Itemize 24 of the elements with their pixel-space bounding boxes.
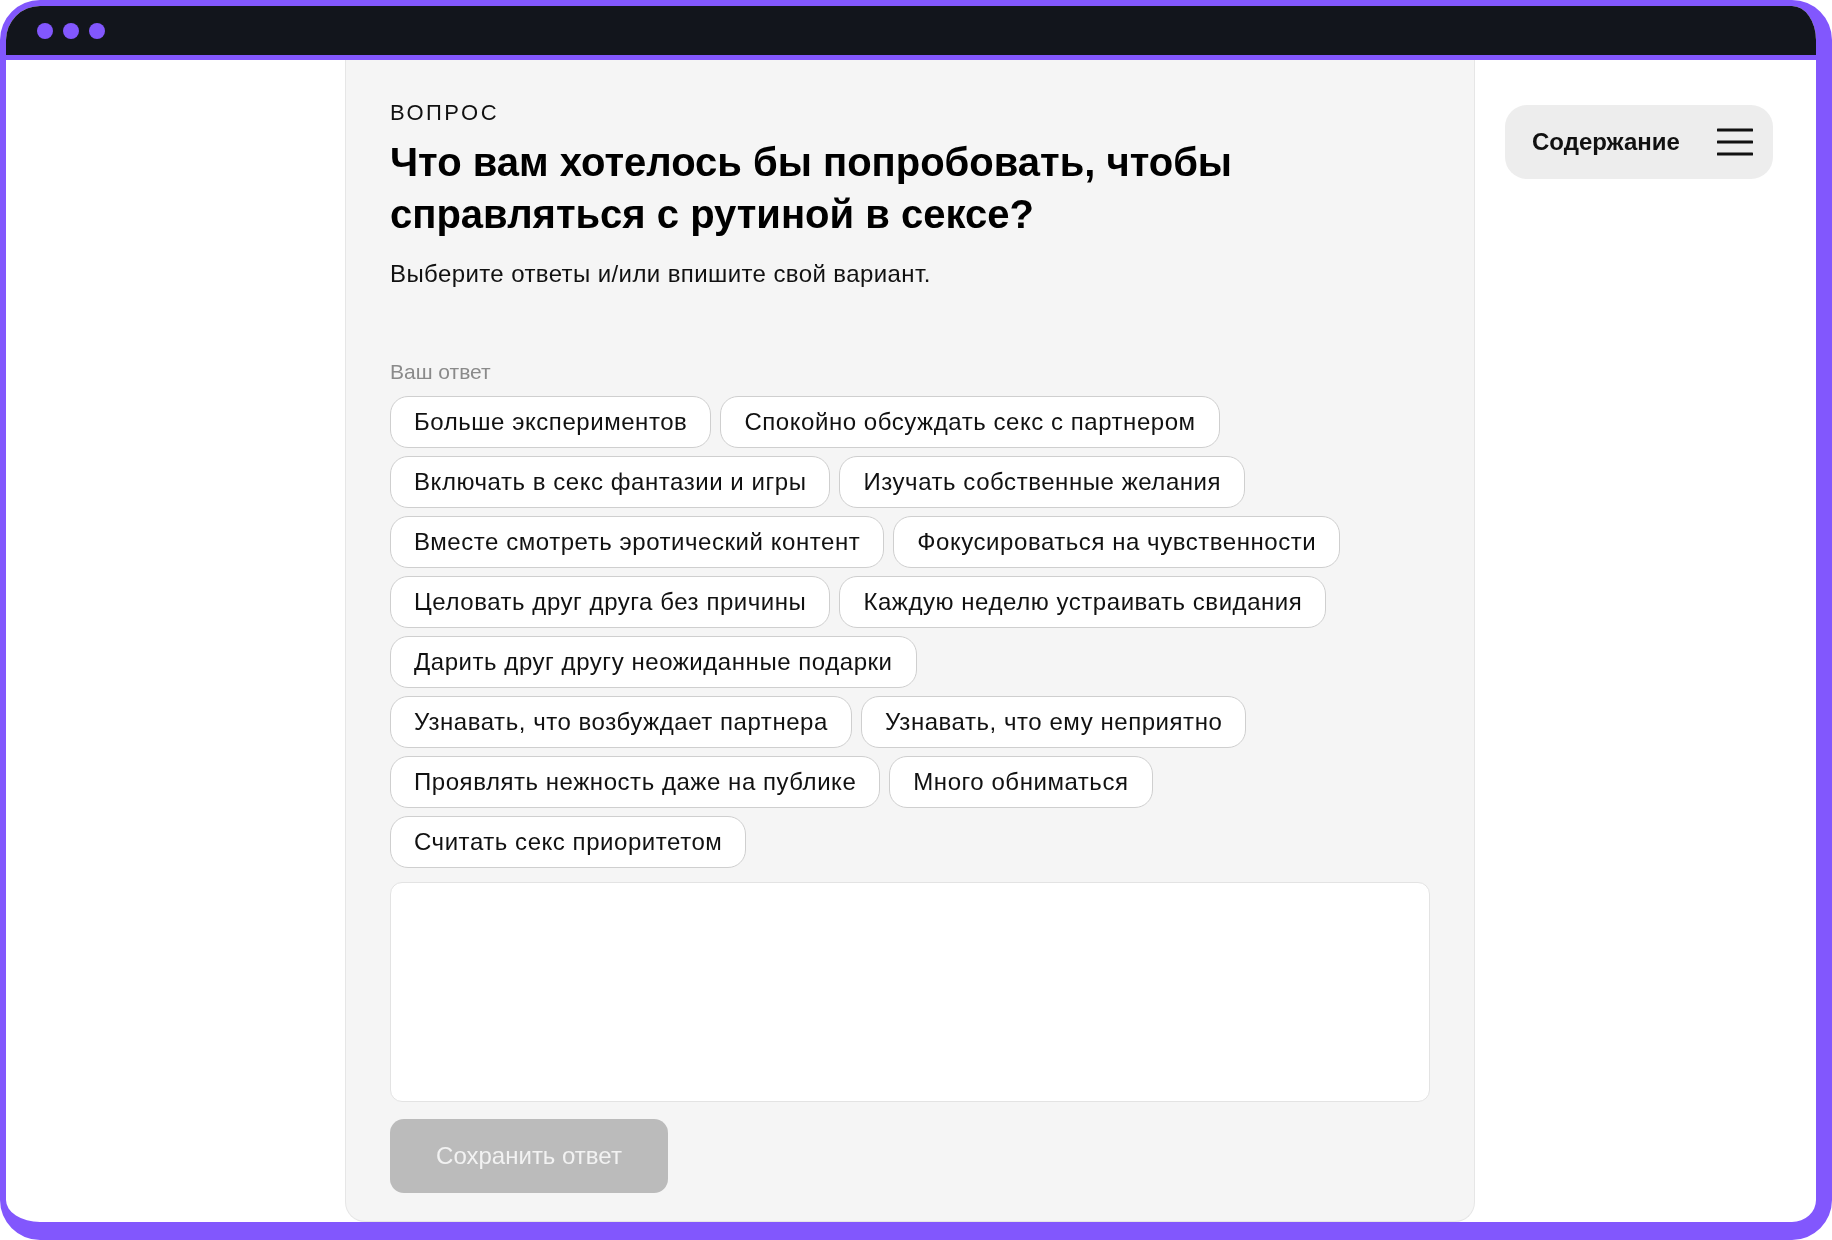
question-title: Что вам хотелось бы попробовать, чтобы справляться с рутиной в сексе? (390, 139, 1234, 238)
question-eyebrow: ВОПРОС (390, 100, 501, 126)
answer-option-chip[interactable]: Проявлять нежность даже на публике (390, 756, 881, 808)
answer-option-chip[interactable]: Изучать собственные желания (839, 456, 1246, 508)
question-hint: Выберите ответы и/или впишите свой вариант. (390, 260, 932, 288)
answer-option-chip[interactable]: Много обниматься (889, 756, 1153, 808)
answer-option-chip[interactable]: Каждую неделю устраивать свидания (839, 576, 1327, 628)
menu-icon (1717, 128, 1753, 156)
window-control-dot-icon[interactable] (37, 22, 53, 39)
answer-option-chip[interactable]: Включать в секс фантазии и игры (390, 456, 831, 508)
contents-button[interactable]: Содержание (1505, 105, 1773, 179)
answer-label: Ваш ответ (390, 360, 492, 384)
answer-option-chip[interactable]: Спокойно обсуждать секс с партнером (720, 396, 1220, 448)
answer-input-field[interactable] (390, 882, 1430, 1102)
window-control-dot-icon[interactable] (63, 22, 79, 39)
answer-option-chip[interactable]: Узнавать, что возбуждает партнера (390, 696, 852, 748)
answer-option-chip[interactable]: Целовать друг друга без причины (390, 576, 831, 628)
answer-option-chip[interactable]: Больше экспериментов (390, 396, 712, 448)
answer-option-chip[interactable]: Узнавать, что ему неприятно (860, 696, 1247, 748)
answer-option-chip[interactable]: Фокусироваться на чувственности (893, 516, 1341, 568)
window-control-dot-icon[interactable] (89, 22, 105, 39)
answer-option-chip[interactable]: Вместе смотреть эротический контент (390, 516, 885, 568)
answer-option-chip[interactable]: Дарить друг другу неожиданные подарки (390, 636, 917, 688)
answer-option-chip[interactable]: Считать секс приоритетом (390, 816, 747, 868)
